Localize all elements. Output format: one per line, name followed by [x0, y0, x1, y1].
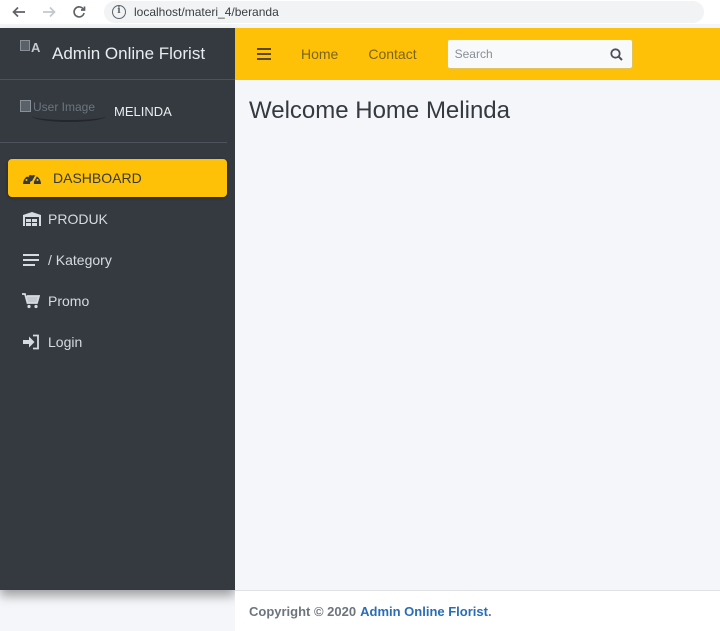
- address-bar[interactable]: i localhost/materi_4/beranda: [104, 1, 704, 23]
- cart-icon: [22, 293, 44, 309]
- browser-toolbar: i localhost/materi_4/beranda: [0, 0, 720, 24]
- sidebar: A Admin Online Florist User Image MELIND…: [0, 28, 235, 590]
- search-icon: [610, 47, 623, 61]
- reload-icon[interactable]: [68, 1, 90, 23]
- warehouse-icon: [22, 211, 44, 227]
- sidebar-item-promo[interactable]: Promo: [8, 282, 227, 320]
- list-icon: [22, 253, 44, 267]
- back-arrow-icon[interactable]: [8, 1, 30, 23]
- footer: Copyright © 2020 Admin Online Florist .: [235, 590, 720, 631]
- page: i localhost/materi_4/beranda A Admin Onl…: [0, 0, 720, 631]
- sidebar-item-login[interactable]: Login: [8, 323, 227, 361]
- footer-brand-link[interactable]: Admin Online Florist: [360, 604, 488, 619]
- info-icon[interactable]: i: [112, 5, 126, 19]
- search-form: [446, 39, 633, 69]
- sidebar-item-label: PRODUK: [48, 211, 108, 227]
- sidebar-item-produk[interactable]: PRODUK: [8, 200, 227, 238]
- url-text: localhost/materi_4/beranda: [134, 5, 279, 19]
- search-input[interactable]: [447, 47, 602, 61]
- user-name[interactable]: MELINDA: [114, 104, 172, 119]
- user-panel: User Image MELINDA: [0, 80, 227, 143]
- page-title: Welcome Home Melinda: [249, 97, 510, 124]
- nav-link-contact[interactable]: Contact: [368, 46, 416, 62]
- footer-period: .: [487, 603, 492, 619]
- forward-arrow-icon[interactable]: [38, 1, 60, 23]
- nav-link-home[interactable]: Home: [301, 46, 338, 62]
- sidebar-item-label: DASHBOARD: [53, 170, 142, 186]
- sign-in-icon: [22, 334, 44, 350]
- sidebar-item-label: / Kategory: [48, 252, 112, 268]
- sidebar-item-label: Login: [48, 334, 83, 350]
- avatar-circle-outline: [32, 110, 106, 122]
- brand-text: Admin Online Florist: [52, 43, 206, 63]
- user-avatar-broken-image: User Image: [20, 100, 106, 122]
- sidebar-menu: DASHBOARD PRODUK / Kategory Promo Login: [0, 159, 235, 361]
- tachometer-icon: [22, 170, 44, 186]
- broken-image-icon: [20, 100, 31, 112]
- broken-image-icon: [20, 39, 30, 51]
- menu-toggle-icon[interactable]: [257, 48, 271, 60]
- sidebar-item-dashboard[interactable]: DASHBOARD: [8, 159, 227, 197]
- search-button[interactable]: [602, 40, 632, 68]
- sidebar-item-label: Promo: [48, 293, 90, 309]
- copyright-text: Copyright © 2020: [249, 603, 357, 619]
- top-navbar: Home Contact: [235, 28, 720, 80]
- brand-logo-alt-text: A: [31, 39, 41, 55]
- brand-logo-broken-image: A: [20, 39, 44, 58]
- sidebar-item-kategory[interactable]: / Kategory: [8, 241, 227, 279]
- main-content: Welcome Home Melinda: [235, 80, 720, 590]
- brand-link[interactable]: A Admin Online Florist: [0, 28, 235, 80]
